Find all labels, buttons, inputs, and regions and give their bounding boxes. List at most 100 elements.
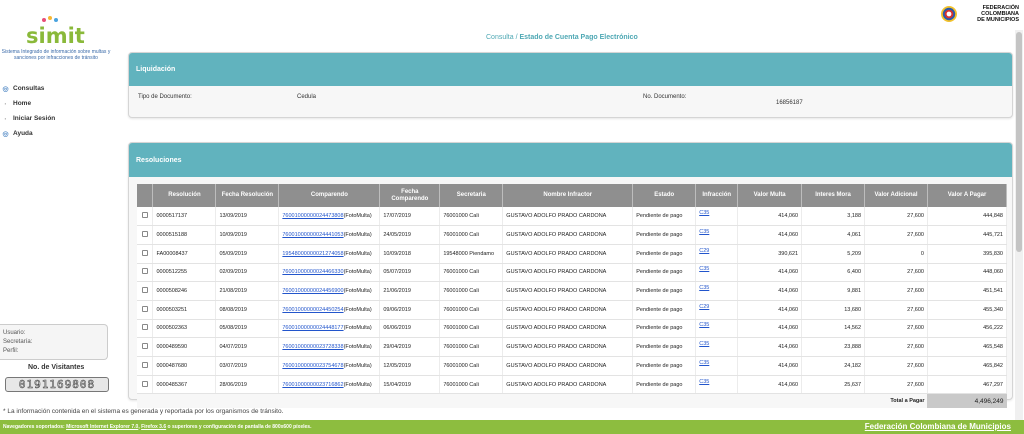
secretaria-cell: 76001000 Cali [439,337,504,357]
row-checkbox[interactable] [141,268,148,275]
infraccion-link[interactable]: C35 [699,360,709,366]
resolucion-cell: 0000487680 [152,356,217,376]
row-checkbox[interactable] [141,361,148,368]
infraccion-link[interactable]: C35 [699,285,709,291]
tipo-documento-label: Tipo de Documento: [138,94,192,100]
infraccion-link[interactable]: C35 [699,379,709,385]
infraccion-link[interactable]: C35 [699,322,709,328]
row-checkbox[interactable] [141,343,148,350]
simit-logo[interactable]: simit [12,10,85,48]
comparendo-suffix: (FotoMulta) [343,269,372,276]
row-checkbox[interactable] [141,324,148,331]
comparendo-link[interactable]: 76001000000024473808 [282,213,343,219]
col-interes-mora[interactable]: Interes Mora [801,184,866,207]
estado-cell: Pendiente de pago [632,319,697,339]
no-documento-value: 16856187 [776,100,803,106]
visitor-counter: 0191169808 [5,377,109,392]
footer-sep: , [138,424,140,430]
fecha-comparendo-cell: 10/09/2018 [379,244,441,264]
comparendo-suffix: (FotoMulta) [343,213,372,220]
nombre-infractor-cell: GUSTAVO ADOLFO PRADO CARDONA [502,207,634,227]
col-fecha-comparendo[interactable]: Fecha Comparendo [379,184,441,207]
col-comparendo[interactable]: Comparendo [278,184,381,207]
table-header-row: Resolución Fecha Resolución Comparendo F… [137,184,1008,207]
infraccion-link[interactable]: C29 [699,304,709,310]
footer-prefix: Navegadores soportados: [3,424,65,430]
infraccion-link[interactable]: C29 [699,248,709,254]
comparendo-link[interactable]: 76001000000024466330 [282,269,343,275]
row-checkbox[interactable] [141,380,148,387]
col-secretaria[interactable]: Secretaria [439,184,504,207]
nombre-infractor-cell: GUSTAVO ADOLFO PRADO CARDONA [502,337,634,357]
secretaria-cell: 19548000 Piendamo [439,244,504,264]
comparendo-cell: 76001000000023754678(FotoMulta) [278,356,381,376]
comparendo-link[interactable]: 76001000000023716862 [282,382,343,388]
comparendo-link[interactable]: 76001000000024456900 [282,288,343,294]
valor-a-pagar-cell: 444,848 [927,207,1008,227]
valor-multa-cell: 414,060 [737,263,803,283]
row-checkbox[interactable] [141,305,148,312]
row-checkbox[interactable] [141,212,148,219]
table-row: 0000489590 04/07/2019 76001000000023728338… [137,337,1008,357]
firefox-link[interactable]: Firefox 3.6 [141,424,166,430]
comparendo-suffix: (FotoMulta) [343,325,372,332]
comparendo-link[interactable]: 19548000000021274058 [282,251,343,257]
resolucion-cell: 0000502363 [152,319,217,339]
disclaimer-note: * La información contenida en el sistema… [3,408,284,415]
table-row: 0000503251 08/08/2019 76001000000024450254… [137,300,1008,320]
logo-text: simit [26,24,85,48]
nombre-infractor-cell: GUSTAVO ADOLFO PRADO CARDONA [502,281,634,301]
comparendo-cell: 76001000000024450254(FotoMulta) [278,300,381,320]
scrollbar-thumb[interactable] [1016,32,1022,252]
fcm-footer-link[interactable]: Federación Colombiana de Municipios [865,422,1011,431]
comparendo-cell: 76001000000024466330(FotoMulta) [278,263,381,283]
valor-adicional-cell: 27,600 [864,356,928,376]
col-estado[interactable]: Estado [632,184,697,207]
estado-cell: Pendiente de pago [632,281,697,301]
infraccion-link[interactable]: C35 [699,229,709,235]
resoluciones-title: Resoluciones [129,143,1012,177]
comparendo-cell: 76001000000024448177(FotoMulta) [278,319,381,339]
vertical-scrollbar[interactable] [1015,30,1023,420]
valor-a-pagar-cell: 465,548 [927,337,1008,357]
comparendo-link[interactable]: 76001000000024441053 [282,232,343,238]
col-infraccion[interactable]: Infracción [695,184,739,207]
secretaria-cell: 76001000 Cali [439,356,504,376]
ie-link[interactable]: Microsoft Internet Explorer 7.0 [66,424,138,430]
sidebar: simit Sistema Integrado de información s… [0,0,124,420]
row-checkbox[interactable] [141,287,148,294]
user-label: Usuario: [3,330,26,336]
fecha-resolucion-cell: 04/07/2019 [215,337,280,357]
comparendo-cell: 76001000000024456900(FotoMulta) [278,281,381,301]
menu-item-label: Iniciar Sesión [13,115,56,122]
menu-item-ayuda[interactable]: ◎ Ayuda [2,126,55,141]
col-valor-multa[interactable]: Valor Multa [737,184,803,207]
comparendo-suffix: (FotoMulta) [343,288,372,295]
menu-item-iniciar-sesion[interactable]: ▪ Iniciar Sesión [2,111,56,126]
comparendo-suffix: (FotoMulta) [343,381,372,388]
menu-item-consultas[interactable]: ◎ Consultas [2,81,55,96]
interes-mora-cell: 23,888 [801,337,866,357]
col-valor-adicional[interactable]: Valor Adicional [864,184,928,207]
col-resolucion[interactable]: Resolución [152,184,217,207]
table-row: 0000515188 10/09/2019 76001000000024441053… [137,225,1008,245]
fcm-logo[interactable]: FEDERACIÓN COLOMBIANA DE MUNICIPIOS [940,3,1020,27]
nombre-infractor-cell: GUSTAVO ADOLFO PRADO CARDONA [502,225,634,245]
valor-adicional-cell: 0 [864,244,928,264]
valor-multa-cell: 414,060 [737,207,803,227]
comparendo-suffix: (FotoMulta) [343,250,372,257]
row-checkbox[interactable] [141,249,148,256]
col-nombre-infractor[interactable]: Nombre Infractor [502,184,634,207]
row-checkbox[interactable] [141,231,148,238]
infraccion-link[interactable]: C35 [699,266,709,272]
menu-item-home[interactable]: ▪ Home [2,96,55,111]
col-valor-a-pagar[interactable]: Valor A Pagar [927,184,1008,207]
comparendo-link[interactable]: 76001000000024450254 [282,307,343,313]
infraccion-link[interactable]: C35 [699,341,709,347]
comparendo-link[interactable]: 76001000000023754678 [282,363,343,369]
comparendo-link[interactable]: 76001000000024448177 [282,325,343,331]
infraccion-link[interactable]: C35 [699,210,709,216]
fcm-line-3: DE MUNICIPIOS [977,17,1019,23]
comparendo-link[interactable]: 76001000000023728338 [282,344,343,350]
col-fecha-resolucion[interactable]: Fecha Resolución [215,184,280,207]
